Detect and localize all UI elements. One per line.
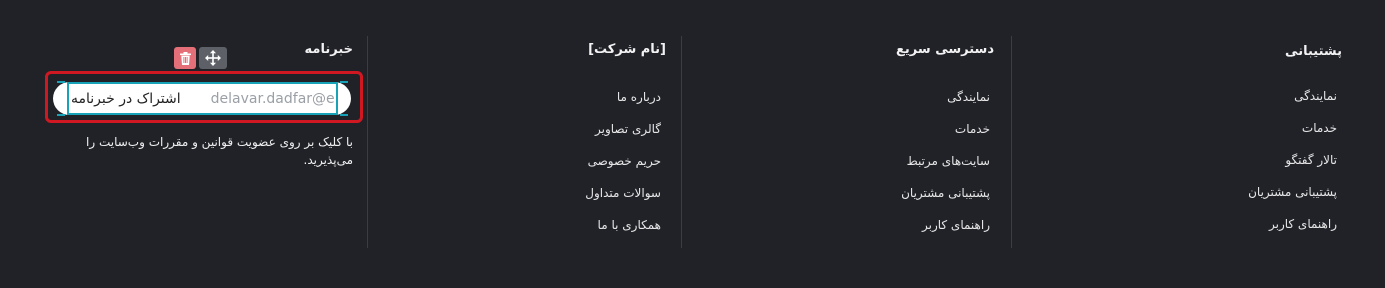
quick-link-agency[interactable]: نمایندگی xyxy=(901,89,990,121)
company-link-careers[interactable]: همکاری با ما xyxy=(585,217,661,249)
quick-link-user-guide[interactable]: راهنمای کاربر xyxy=(901,217,990,249)
support-link-forum[interactable]: تالار گفتگو xyxy=(1248,152,1337,184)
email-field[interactable]: delavar.dadfar@e xyxy=(211,91,335,107)
quick-link-customer-support[interactable]: پشتیبانی مشتریان xyxy=(901,185,990,217)
move-snippet-button[interactable] xyxy=(199,47,227,69)
resize-handle-top-right[interactable] xyxy=(340,81,348,83)
resize-handle-bottom-right[interactable] xyxy=(340,114,348,116)
subscribe-button[interactable]: اشتراک در خبرنامه xyxy=(69,91,181,107)
company-link-faq[interactable]: سوالات متداول xyxy=(585,185,661,217)
support-link-agency[interactable]: نمایندگی xyxy=(1248,88,1337,120)
support-link-services[interactable]: خدمات xyxy=(1248,120,1337,152)
footer-column-company: [نام شرکت] درباره ما گالری تصاویر حریم خ… xyxy=(368,36,682,248)
snippet-toolbar xyxy=(174,47,227,69)
support-title: پشتیبانی xyxy=(1285,44,1342,59)
company-title: [نام شرکت] xyxy=(588,42,666,57)
support-links: نمایندگی خدمات تالار گفتگو پشتیبانی مشتر… xyxy=(1248,88,1337,248)
footer: پشتیبانی نمایندگی خدمات تالار گفتگو پشتی… xyxy=(0,0,1385,288)
newsletter-description: با کلیک بر روی عضویت قوانین و مقررات وب‌… xyxy=(86,135,353,167)
company-link-privacy[interactable]: حریم خصوصی xyxy=(585,153,661,185)
quick-link-related-sites[interactable]: سایت‌های مرتبط xyxy=(901,153,990,185)
company-link-gallery[interactable]: گالری تصاویر xyxy=(585,121,661,153)
resize-handle-bottom-left[interactable] xyxy=(57,114,65,116)
support-link-customer-support[interactable]: پشتیبانی مشتریان xyxy=(1248,184,1337,216)
footer-column-quick-access: دسترسی سریع نمایندگی خدمات سایت‌های مرتب… xyxy=(698,36,1012,248)
company-link-about[interactable]: درباره ما xyxy=(585,89,661,121)
footer-column-support: پشتیبانی نمایندگی خدمات تالار گفتگو پشتی… xyxy=(1028,36,1342,248)
quick-access-links: نمایندگی خدمات سایت‌های مرتبط پشتیبانی م… xyxy=(901,89,990,249)
support-link-user-guide[interactable]: راهنمای کاربر xyxy=(1248,216,1337,248)
delete-snippet-button[interactable] xyxy=(174,47,196,69)
move-arrows-icon xyxy=(205,50,221,66)
company-links: درباره ما گالری تصاویر حریم خصوصی سوالات… xyxy=(585,89,661,249)
newsletter-input-group[interactable]: اشتراک در خبرنامه delavar.dadfar@e xyxy=(67,82,338,115)
trash-icon xyxy=(179,51,191,65)
resize-handle-top-left[interactable] xyxy=(57,81,65,83)
quick-access-title: دسترسی سریع xyxy=(896,42,994,57)
quick-link-services[interactable]: خدمات xyxy=(901,121,990,153)
